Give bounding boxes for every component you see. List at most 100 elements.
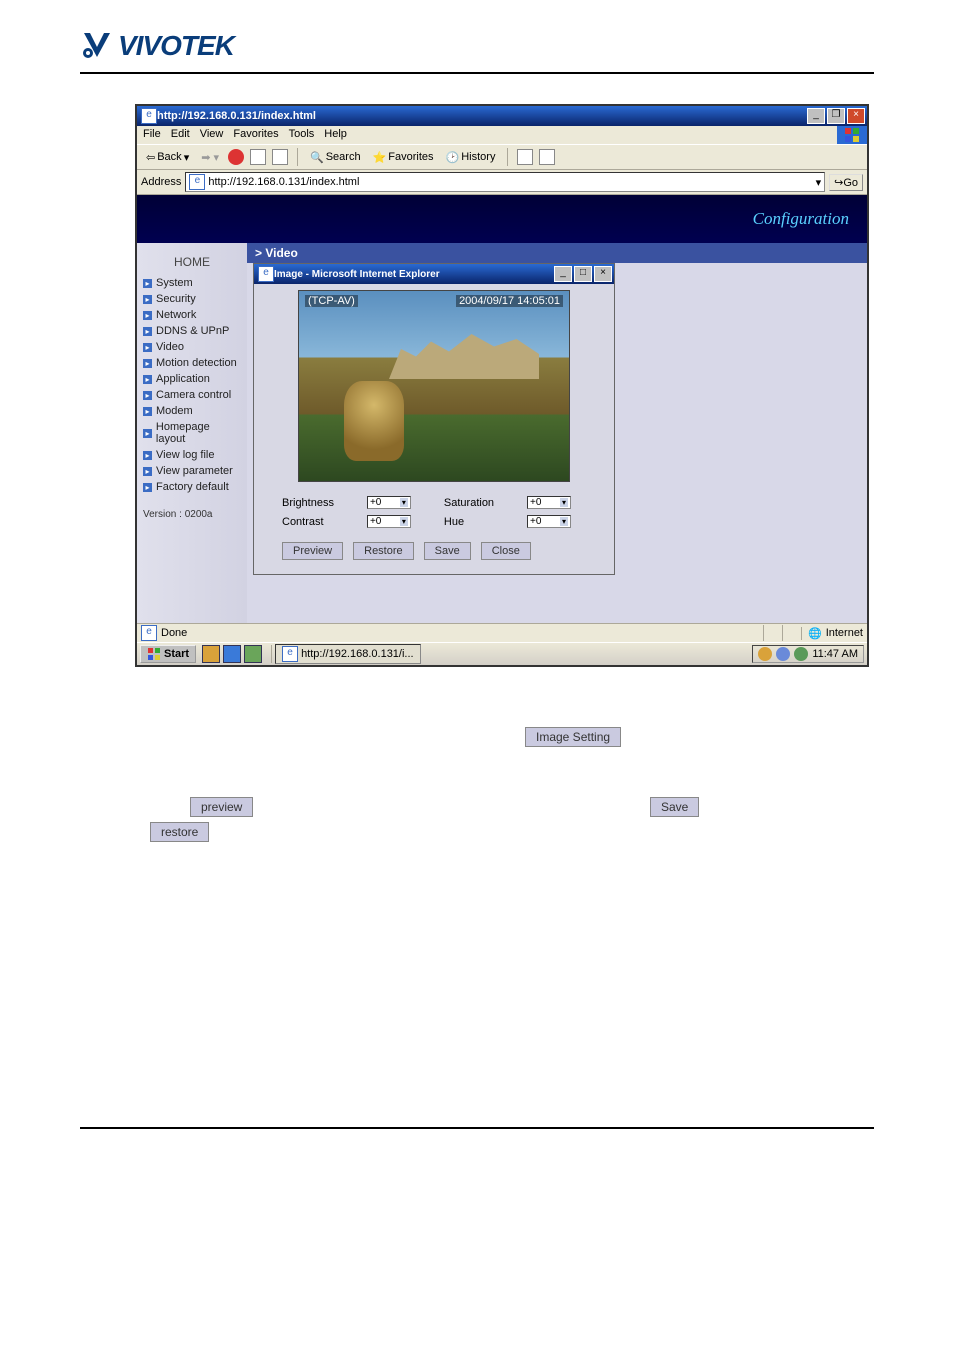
minimize-button[interactable]: _ [807,108,825,124]
image-setting-button[interactable]: Image Setting [525,727,621,747]
close-button[interactable]: Close [481,542,531,560]
brightness-select[interactable]: +0 [367,496,411,509]
menu-help[interactable]: Help [324,128,347,142]
vivotek-logo: VIVOTEK [80,30,234,62]
address-value: http://192.168.0.131/index.html [208,176,359,188]
arrow-icon: ▸ [143,359,152,368]
dropdown-icon[interactable]: ▾ [816,176,822,189]
popup-close-button[interactable]: × [594,266,612,282]
menu-edit[interactable]: Edit [171,128,190,142]
print-icon[interactable] [539,149,555,165]
done-icon: e [141,625,157,641]
video-preview: (TCP-AV) 2004/09/17 14:05:01 [298,290,570,482]
sidebar-item-security[interactable]: ▸Security [137,291,247,307]
sidebar-home[interactable]: HOME [137,249,247,275]
window-titlebar: e http://192.168.0.131/index.html _ ❐ × [137,106,867,126]
hue-label: Hue [444,516,509,528]
home-icon[interactable] [272,149,288,165]
preview-button[interactable]: Preview [282,542,343,560]
ql-icon[interactable] [202,645,220,663]
save-callout-button[interactable]: Save [650,797,699,817]
logo-text: VIVOTEK [118,30,234,62]
arrow-icon: ▸ [143,279,152,288]
tray-icon[interactable] [758,647,772,661]
tray-icon[interactable] [776,647,790,661]
sidebar-item-ddns[interactable]: ▸DDNS & UPnP [137,323,247,339]
arrow-icon: ▸ [143,311,152,320]
arrow-icon: ▸ [143,483,152,492]
back-button[interactable]: ⇦ Back ▾ [143,150,192,165]
tray-icon[interactable] [794,647,808,661]
address-input[interactable]: e http://192.168.0.131/index.html ▾ [185,172,825,192]
saturation-label: Saturation [444,497,509,509]
breadcrumb: > Video [247,243,867,263]
sidebar-item-logfile[interactable]: ▸View log file [137,447,247,463]
save-button[interactable]: Save [424,542,471,560]
sidebar-item-motion[interactable]: ▸Motion detection [137,355,247,371]
page-title: Configuration [137,195,867,243]
hue-select[interactable]: +0 [527,515,571,528]
favorites-button[interactable]: ⭐Favorites [370,150,437,165]
separator [507,148,508,166]
sidebar-item-parameter[interactable]: ▸View parameter [137,463,247,479]
menu-view[interactable]: View [200,128,224,142]
ie-icon: e [258,266,274,282]
separator [297,148,298,166]
start-button[interactable]: Start [140,645,196,663]
window-title: http://192.168.0.131/index.html [157,110,805,122]
close-button[interactable]: × [847,108,865,124]
sidebar: HOME ▸System ▸Security ▸Network ▸DDNS & … [137,243,247,623]
sidebar-item-network[interactable]: ▸Network [137,307,247,323]
sidebar-item-system[interactable]: ▸System [137,275,247,291]
image-controls: Brightness +0 Saturation +0 Contrast +0 … [274,496,594,528]
page-ie-icon: e [189,174,205,190]
saturation-select[interactable]: +0 [527,496,571,509]
history-button[interactable]: 🕑History [443,150,499,165]
address-bar: Address e http://192.168.0.131/index.htm… [137,170,867,195]
quick-launch [202,645,262,663]
sidebar-item-camera[interactable]: ▸Camera control [137,387,247,403]
popup-titlebar: e Image - Microsoft Internet Explorer _ … [254,264,614,284]
ql-icon[interactable] [244,645,262,663]
popup-body: (TCP-AV) 2004/09/17 14:05:01 Brightness … [254,284,614,574]
maximize-button[interactable]: ❐ [827,108,845,124]
sidebar-item-modem[interactable]: ▸Modem [137,403,247,419]
forward-button[interactable]: ➡ ▾ [198,150,222,165]
arrow-icon: ▸ [143,429,152,438]
task-button[interactable]: e http://192.168.0.131/i... [275,644,421,664]
sidebar-item-video[interactable]: ▸Video [137,339,247,355]
arrow-icon: ▸ [143,375,152,384]
menu-file[interactable]: File [143,128,161,142]
sidebar-item-homepage[interactable]: ▸Homepage layout [137,419,247,447]
arrow-icon: ▸ [143,327,152,336]
search-button[interactable]: 🔍Search [307,150,364,165]
zone-text: Internet [826,627,863,639]
clock: 11:47 AM [812,648,858,660]
refresh-icon[interactable] [250,149,266,165]
arrow-icon: ▸ [143,295,152,304]
restore-callout-button[interactable]: restore [150,822,209,842]
contrast-select[interactable]: +0 [367,515,411,528]
menu-tools[interactable]: Tools [289,128,315,142]
status-pane [782,625,801,641]
menu-favorites[interactable]: Favorites [233,128,278,142]
sidebar-item-factory[interactable]: ▸Factory default [137,479,247,495]
protocol-overlay: (TCP-AV) [305,295,358,307]
contrast-label: Contrast [282,516,349,528]
preview-callout-button[interactable]: preview [190,797,253,817]
go-button[interactable]: ↪Go [829,174,863,191]
arrow-icon: ▸ [143,391,152,400]
stop-icon[interactable] [228,149,244,165]
globe-icon: 🌐 [808,627,822,640]
popup-maximize-button[interactable]: □ [574,266,592,282]
image-popup: e Image - Microsoft Internet Explorer _ … [253,263,615,575]
status-bar: e Done 🌐 Internet [137,623,867,642]
ie-icon: e [141,108,157,124]
mail-icon[interactable] [517,149,533,165]
arrow-icon: ▸ [143,343,152,352]
ql-icon[interactable] [223,645,241,663]
sidebar-item-application[interactable]: ▸Application [137,371,247,387]
callout-buttons: Image Setting preview Save restore [140,727,874,847]
popup-minimize-button[interactable]: _ [554,266,572,282]
restore-button[interactable]: Restore [353,542,414,560]
